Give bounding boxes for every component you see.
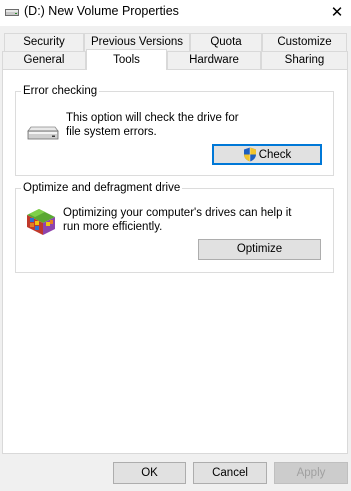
tab-security[interactable]: Security <box>4 33 84 51</box>
hard-drive-icon <box>27 126 59 140</box>
cancel-button[interactable]: Cancel <box>193 462 267 484</box>
ok-button[interactable]: OK <box>113 462 186 484</box>
tab-hardware[interactable]: Hardware <box>167 51 261 70</box>
apply-button[interactable]: Apply <box>274 462 348 484</box>
optimize-button-label: Optimize <box>236 243 283 255</box>
tab-label: Quota <box>210 36 242 48</box>
error-checking-description: This option will check the drive for fil… <box>66 112 239 138</box>
tab-quota[interactable]: Quota <box>190 33 262 51</box>
close-button[interactable]: ✕ <box>323 0 351 24</box>
optimize-group: Optimize and defragment drive Optimizing… <box>15 181 334 273</box>
tab-label: General <box>23 54 65 66</box>
tab-label: Previous Versions <box>90 36 184 48</box>
check-button-label: Check <box>258 148 292 161</box>
error-checking-title: Error checking <box>21 84 100 98</box>
optimize-description: Optimizing your computer's drives can he… <box>63 207 292 233</box>
uac-shield-icon <box>243 147 256 162</box>
tab-general[interactable]: General <box>2 51 86 70</box>
apply-button-label: Apply <box>296 467 326 479</box>
tab-sharing[interactable]: Sharing <box>261 51 348 70</box>
tab-label: Sharing <box>284 54 325 66</box>
cancel-button-label: Cancel <box>212 467 248 479</box>
tab-tools[interactable]: Tools <box>86 49 167 70</box>
ok-button-label: OK <box>141 467 158 479</box>
close-icon: ✕ <box>330 4 344 21</box>
tab-customize[interactable]: Customize <box>262 33 347 51</box>
tab-label: Hardware <box>189 54 239 66</box>
tab-label: Tools <box>113 54 140 66</box>
drive-icon <box>5 9 19 16</box>
window-title: (D:) New Volume Properties <box>24 4 179 18</box>
error-checking-group: Error checking This option will check th… <box>15 84 334 176</box>
defrag-icon <box>27 209 55 235</box>
optimize-title: Optimize and defragment drive <box>21 181 183 195</box>
tab-label: Customize <box>277 36 332 48</box>
tab-label: Security <box>23 36 65 48</box>
title-bar[interactable]: (D:) New Volume Properties ✕ <box>0 0 351 26</box>
properties-dialog: (D:) New Volume Properties ✕ Security Pr… <box>0 0 351 491</box>
optimize-button[interactable]: Optimize <box>198 239 321 260</box>
check-button[interactable]: Check <box>212 144 322 165</box>
tools-tab-panel: Error checking This option will check th… <box>2 69 348 454</box>
